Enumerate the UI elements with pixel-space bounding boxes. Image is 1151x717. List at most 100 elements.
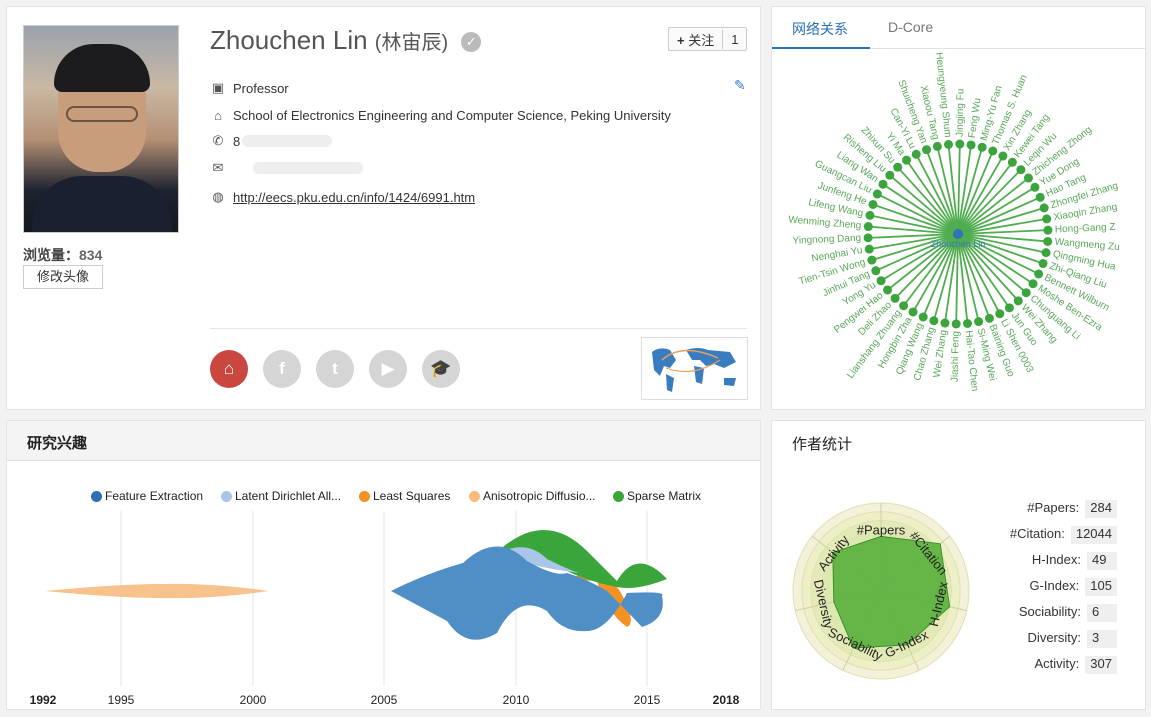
edit-icon[interactable]: ✎ (734, 77, 746, 94)
coauthor-node[interactable] (1042, 214, 1052, 224)
coauthor-node[interactable] (908, 307, 918, 317)
axis-label-2018: 2018 (713, 693, 740, 707)
stat-label: #Citation: (1009, 526, 1065, 541)
coauthor-node[interactable] (1016, 165, 1026, 175)
coauthor-node[interactable] (872, 189, 882, 199)
stat-label: H-Index: (1031, 552, 1081, 567)
coauthor-node[interactable] (966, 140, 976, 150)
follow-button[interactable]: + 关注 1 (668, 27, 748, 51)
coauthor-node[interactable] (977, 142, 987, 152)
coauthor-node[interactable] (1041, 248, 1051, 258)
coauthor-node[interactable] (1028, 279, 1038, 289)
axis-label-2005: 2005 (371, 693, 398, 707)
radar-chart[interactable]: #Papers #CitationH-IndexG-IndexSociabilit… (786, 491, 976, 691)
coauthor-node[interactable] (932, 141, 942, 151)
coauthor-node[interactable] (984, 313, 994, 323)
coauthor-node[interactable] (1043, 225, 1053, 235)
coauthor-node[interactable] (867, 255, 877, 265)
coauthor-node[interactable] (1039, 203, 1049, 213)
coauthor-node[interactable] (1004, 303, 1014, 313)
coauthor-node[interactable] (871, 266, 881, 276)
coauthor-node[interactable] (868, 199, 878, 209)
coauthor-node[interactable] (1034, 269, 1044, 279)
coauthor-node[interactable] (876, 276, 886, 286)
homepage-link[interactable]: http://eecs.pku.edu.cn/info/1424/6991.ht… (233, 190, 475, 205)
graduation-cap-icon[interactable]: 🎓 (422, 350, 460, 388)
research-interests-card: 研究兴趣 Feature Extraction Latent Dirichlet … (6, 420, 761, 710)
coauthor-node[interactable] (865, 210, 875, 220)
center-node[interactable] (953, 229, 963, 239)
tab-network[interactable]: 网络关系 (792, 19, 848, 39)
briefcase-icon: ▣ (211, 80, 225, 95)
coauthor-node[interactable] (1021, 288, 1031, 298)
coauthor-node[interactable] (1013, 296, 1023, 306)
stat-value: 12044 (1070, 526, 1117, 544)
stream-anisotropic (45, 583, 269, 599)
coauthor-node[interactable] (1038, 259, 1048, 269)
streamgraph[interactable]: 1992 1995 2000 2005 2010 2015 2018 (7, 461, 760, 709)
home-icon[interactable]: ⌂ (210, 350, 248, 388)
phone-icon: ✆ (212, 133, 224, 148)
coauthor-node[interactable] (955, 139, 965, 149)
coauthor-node[interactable] (911, 149, 921, 159)
stat-label: #Papers: (1027, 500, 1080, 515)
coauthor-node[interactable] (1023, 173, 1033, 183)
coauthor-label[interactable]: Jingjing Fu (955, 89, 967, 138)
radar-axis-label: #Papers (857, 523, 906, 538)
profile-name: Zhouchen Lin (林宙辰) ✓ (210, 25, 482, 56)
coauthor-node[interactable] (998, 151, 1008, 161)
coauthor-network[interactable]: Jingjing Fu Feng WuMing-Yu FanThomas S. H… (772, 49, 1145, 409)
stats-title: 作者统计 (792, 436, 853, 453)
coauthor-node[interactable] (922, 145, 932, 155)
coauthor-node[interactable] (962, 318, 972, 328)
coauthor-node[interactable] (995, 309, 1005, 319)
world-map-thumbnail[interactable] (641, 337, 748, 400)
coauthor-label[interactable]: Yingnong Dang (792, 233, 861, 247)
coauthor-node[interactable] (944, 140, 954, 150)
axis-label-2015: 2015 (634, 693, 661, 707)
author-stats-card: 作者统计 #Papers #Citation H-Index G-Index Socia… (771, 420, 1146, 710)
coauthor-node[interactable] (940, 318, 950, 328)
stat-row: #Papers: 284 (997, 500, 1117, 518)
coauthor-node[interactable] (878, 179, 888, 189)
phone-row: ✆ 8 (210, 132, 333, 150)
facebook-icon[interactable]: f (263, 350, 301, 388)
coauthor-node[interactable] (885, 170, 895, 180)
stat-label: G-Index: (1029, 578, 1080, 593)
stat-value: 284 (1085, 500, 1117, 518)
center-label: Zhouchen Lin (931, 239, 986, 249)
divider (210, 328, 747, 329)
coauthor-label[interactable]: Jiashi Feng (950, 331, 962, 382)
coauthor-label[interactable]: Wenming Zheng (788, 215, 862, 232)
coauthor-node[interactable] (899, 301, 909, 311)
stat-value: 105 (1085, 578, 1117, 596)
coauthor-node[interactable] (883, 285, 893, 295)
coauthor-node[interactable] (863, 222, 873, 232)
avatar (23, 25, 179, 233)
coauthor-node[interactable] (1030, 182, 1040, 192)
twitter-icon[interactable]: t (316, 350, 354, 388)
coauthor-node[interactable] (974, 317, 984, 327)
email-icon: ✉ (212, 160, 224, 175)
axis-label-2000: 2000 (240, 693, 267, 707)
stat-row: Diversity: 3 (997, 630, 1117, 648)
coauthor-label[interactable]: Hong-Gang Z (1055, 222, 1116, 236)
coauthor-node[interactable] (918, 312, 928, 322)
profile-card: 浏览量：834 修改头像 Zhouchen Lin (林宙辰) ✓ + 关注 1… (6, 6, 761, 410)
coauthor-node[interactable] (1035, 192, 1045, 202)
verified-icon: ✓ (461, 32, 482, 53)
coauthor-node[interactable] (951, 319, 961, 329)
stat-value: 49 (1087, 552, 1117, 570)
coauthor-node[interactable] (988, 146, 998, 156)
tab-dcore[interactable]: D-Core (888, 19, 933, 35)
edit-avatar-button[interactable]: 修改头像 (23, 265, 103, 289)
coauthor-node[interactable] (893, 162, 903, 172)
youtube-icon[interactable]: ▶ (369, 350, 407, 388)
coauthor-node[interactable] (902, 155, 912, 165)
coauthor-node[interactable] (864, 244, 874, 254)
coauthor-node[interactable] (1007, 157, 1017, 167)
coauthor-node[interactable] (1043, 236, 1053, 246)
coauthor-node[interactable] (890, 293, 900, 303)
coauthor-node[interactable] (929, 316, 939, 326)
coauthor-node[interactable] (863, 233, 873, 243)
